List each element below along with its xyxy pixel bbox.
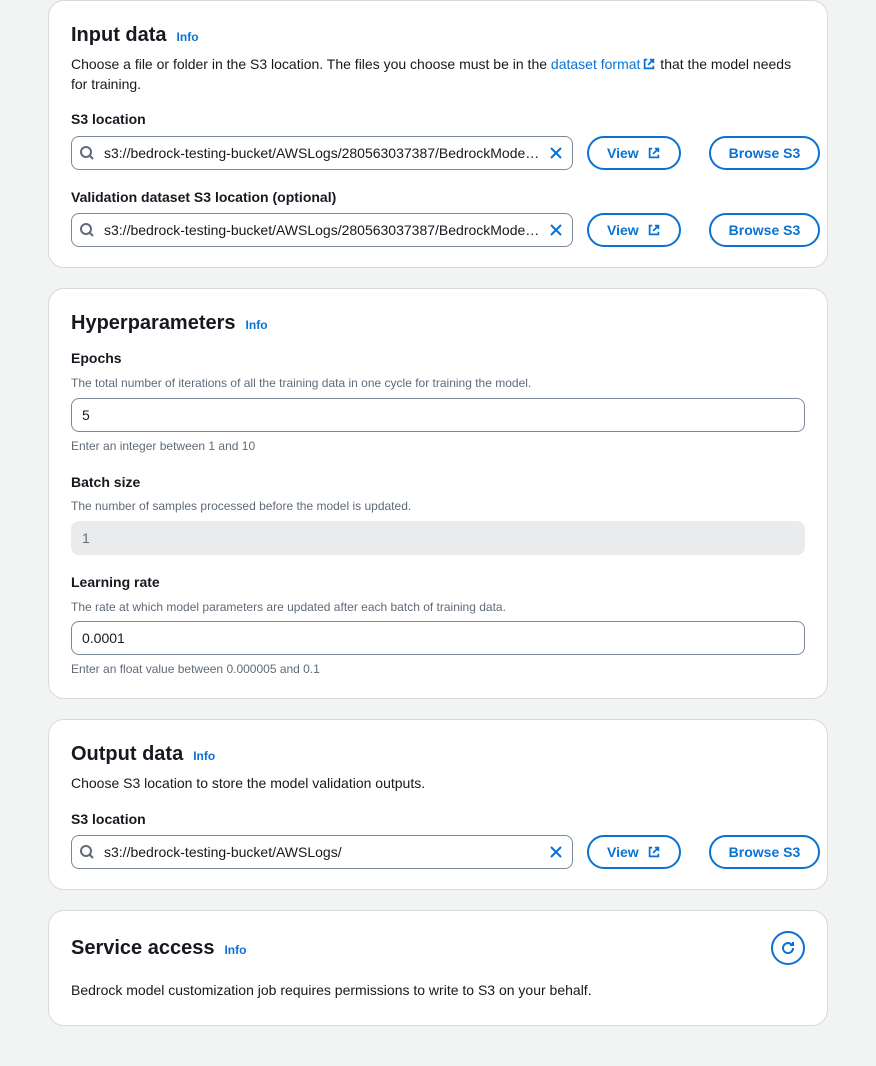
external-link-icon <box>642 57 656 71</box>
batch-size-input <box>71 521 805 555</box>
validation-s3-input[interactable] <box>71 213 573 247</box>
output-data-panel: Output data Info Choose S3 location to s… <box>48 719 828 890</box>
dataset-format-link[interactable]: dataset format <box>551 56 657 72</box>
output-data-info-link[interactable]: Info <box>193 748 215 765</box>
external-link-icon <box>647 223 661 237</box>
learning-rate-hint: Enter an float value between 0.000005 an… <box>71 661 805 678</box>
output-s3-input[interactable] <box>71 835 573 869</box>
hyperparameters-panel: Hyperparameters Info Epochs The total nu… <box>48 288 828 699</box>
close-icon <box>548 222 564 238</box>
validation-s3-clear-button[interactable] <box>545 219 567 241</box>
external-link-icon <box>647 146 661 160</box>
s3-location-input[interactable] <box>71 136 573 170</box>
validation-s3-label: Validation dataset S3 location (optional… <box>71 188 805 208</box>
output-data-description: Choose S3 location to store the model va… <box>71 774 805 794</box>
service-access-panel: Service access Info Bedrock model custom… <box>48 910 828 1026</box>
input-data-description: Choose a file or folder in the S3 locati… <box>71 55 805 94</box>
epochs-input[interactable] <box>71 398 805 432</box>
service-access-refresh-button[interactable] <box>771 931 805 965</box>
epochs-hint: Enter an integer between 1 and 10 <box>71 438 805 455</box>
output-s3-label: S3 location <box>71 810 805 830</box>
service-access-description: Bedrock model customization job requires… <box>71 981 805 1001</box>
input-data-info-link[interactable]: Info <box>177 29 199 46</box>
hyperparameters-title: Hyperparameters <box>71 309 236 337</box>
batch-size-label: Batch size <box>71 473 805 493</box>
close-icon <box>548 844 564 860</box>
learning-rate-input[interactable] <box>71 621 805 655</box>
batch-size-sublabel: The number of samples processed before t… <box>71 498 805 515</box>
learning-rate-label: Learning rate <box>71 573 805 593</box>
input-data-panel: Input data Info Choose a file or folder … <box>48 0 828 268</box>
validation-s3-view-button[interactable]: View <box>587 213 681 247</box>
service-access-title: Service access <box>71 934 214 962</box>
input-data-title: Input data <box>71 21 167 49</box>
refresh-icon <box>780 940 796 956</box>
service-access-info-link[interactable]: Info <box>224 942 246 959</box>
s3-location-clear-button[interactable] <box>545 142 567 164</box>
close-icon <box>548 145 564 161</box>
s3-location-view-button[interactable]: View <box>587 136 681 170</box>
output-s3-view-button[interactable]: View <box>587 835 681 869</box>
epochs-label: Epochs <box>71 349 805 369</box>
epochs-sublabel: The total number of iterations of all th… <box>71 375 805 392</box>
output-data-title: Output data <box>71 740 183 768</box>
external-link-icon <box>647 845 661 859</box>
output-s3-browse-button[interactable]: Browse S3 <box>709 835 821 869</box>
validation-s3-browse-button[interactable]: Browse S3 <box>709 213 821 247</box>
s3-location-label: S3 location <box>71 110 805 130</box>
s3-location-browse-button[interactable]: Browse S3 <box>709 136 821 170</box>
learning-rate-sublabel: The rate at which model parameters are u… <box>71 599 805 616</box>
hyperparameters-info-link[interactable]: Info <box>246 317 268 334</box>
output-s3-clear-button[interactable] <box>545 841 567 863</box>
